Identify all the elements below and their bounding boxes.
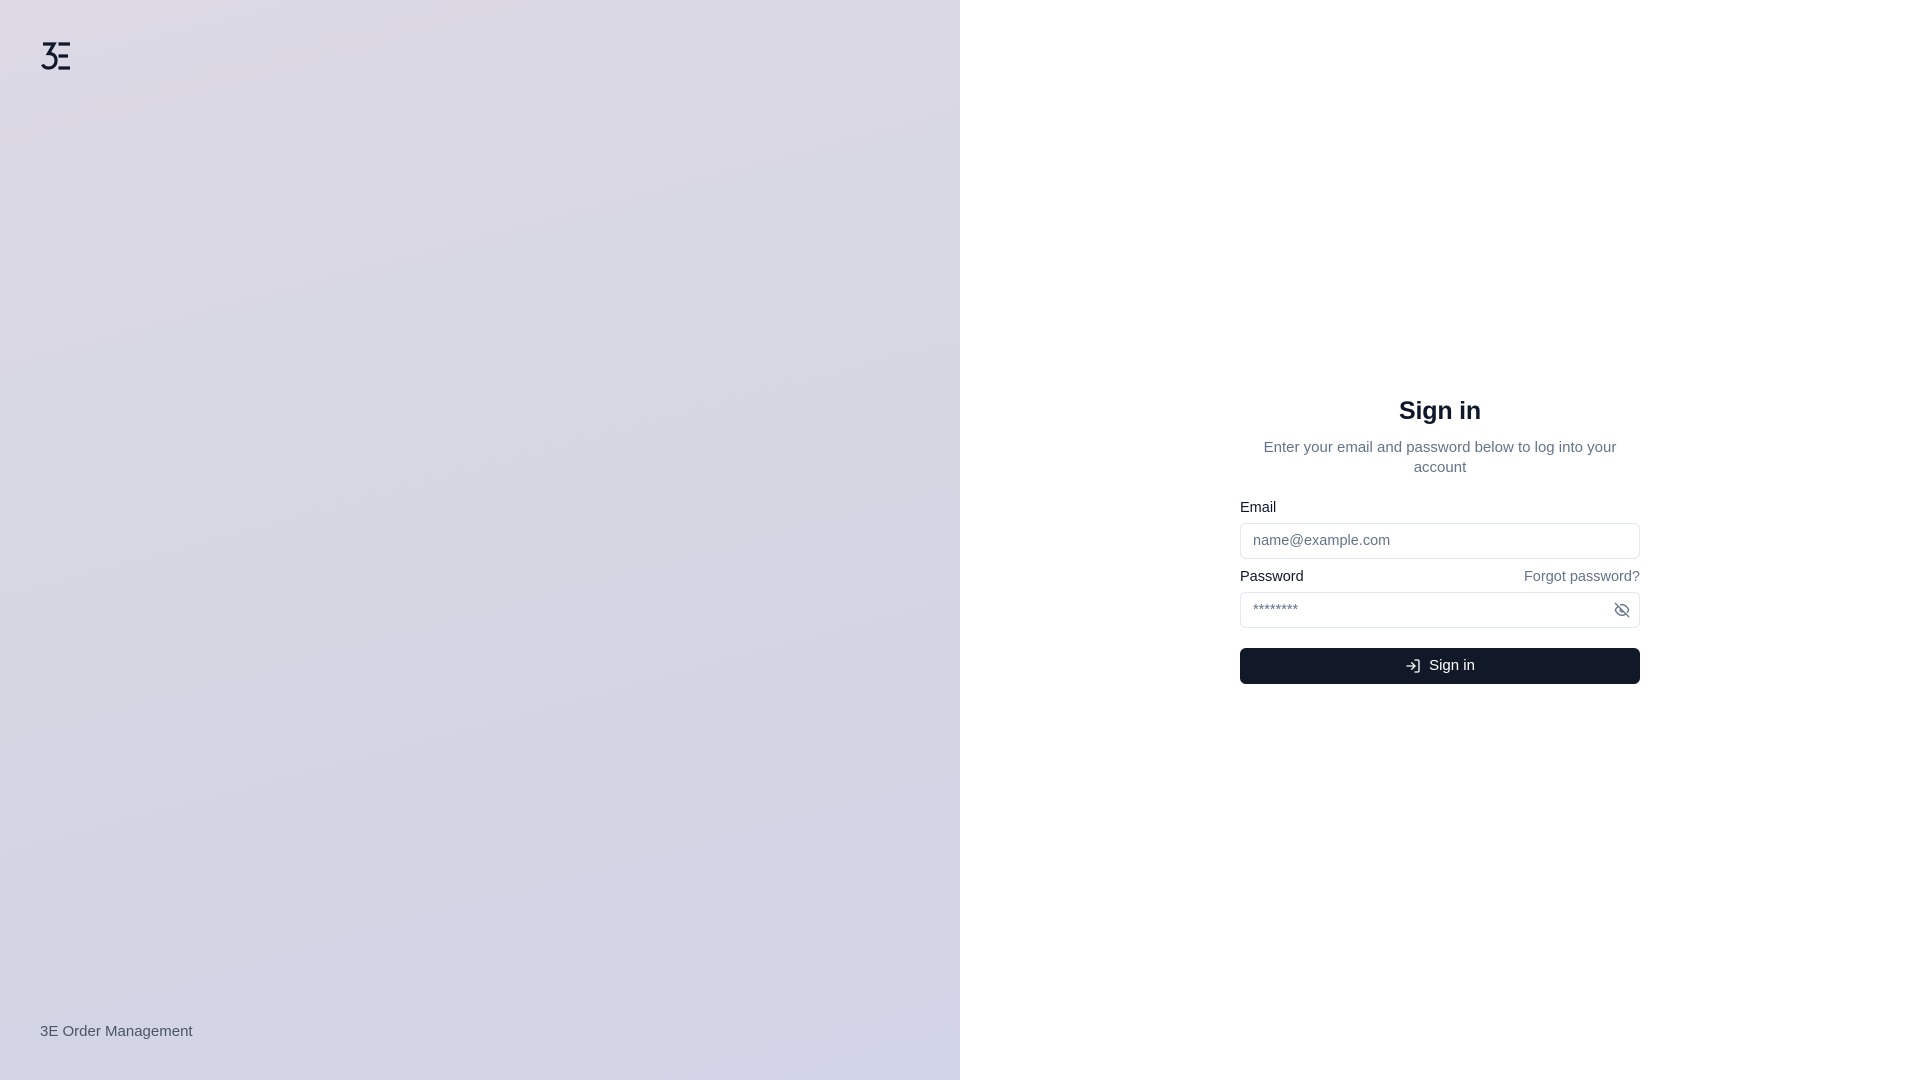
password-field-group: Password Forgot password?	[1240, 569, 1640, 628]
signin-button-label: Sign in	[1429, 657, 1475, 674]
app-name-footer: 3E Order Management	[40, 1023, 193, 1040]
email-label: Email	[1240, 499, 1277, 516]
3e-logo-icon	[40, 40, 72, 72]
forgot-password-link[interactable]: Forgot password?	[1524, 569, 1640, 585]
signin-panel: Sign in Enter your email and password be…	[960, 0, 1920, 1080]
password-label: Password	[1240, 568, 1304, 585]
email-label-row: Email	[1240, 500, 1640, 516]
signin-form: Sign in Enter your email and password be…	[1240, 397, 1640, 684]
password-label-row: Password Forgot password?	[1240, 569, 1640, 585]
log-in-icon	[1405, 658, 1421, 674]
page-title: Sign in	[1399, 396, 1481, 425]
signin-button[interactable]: Sign in	[1240, 647, 1640, 684]
login-page: 3E Order Management Sign in Enter your e…	[0, 0, 1920, 1080]
email-input[interactable]	[1240, 522, 1640, 559]
password-input[interactable]	[1240, 591, 1640, 628]
eye-off-icon[interactable]	[1610, 598, 1634, 622]
email-field-group: Email	[1240, 500, 1640, 559]
page-subtitle: Enter your email and password below to l…	[1263, 438, 1617, 476]
password-input-wrap	[1240, 591, 1640, 628]
brand-panel: 3E Order Management	[0, 0, 960, 1080]
email-input-wrap	[1240, 522, 1640, 559]
